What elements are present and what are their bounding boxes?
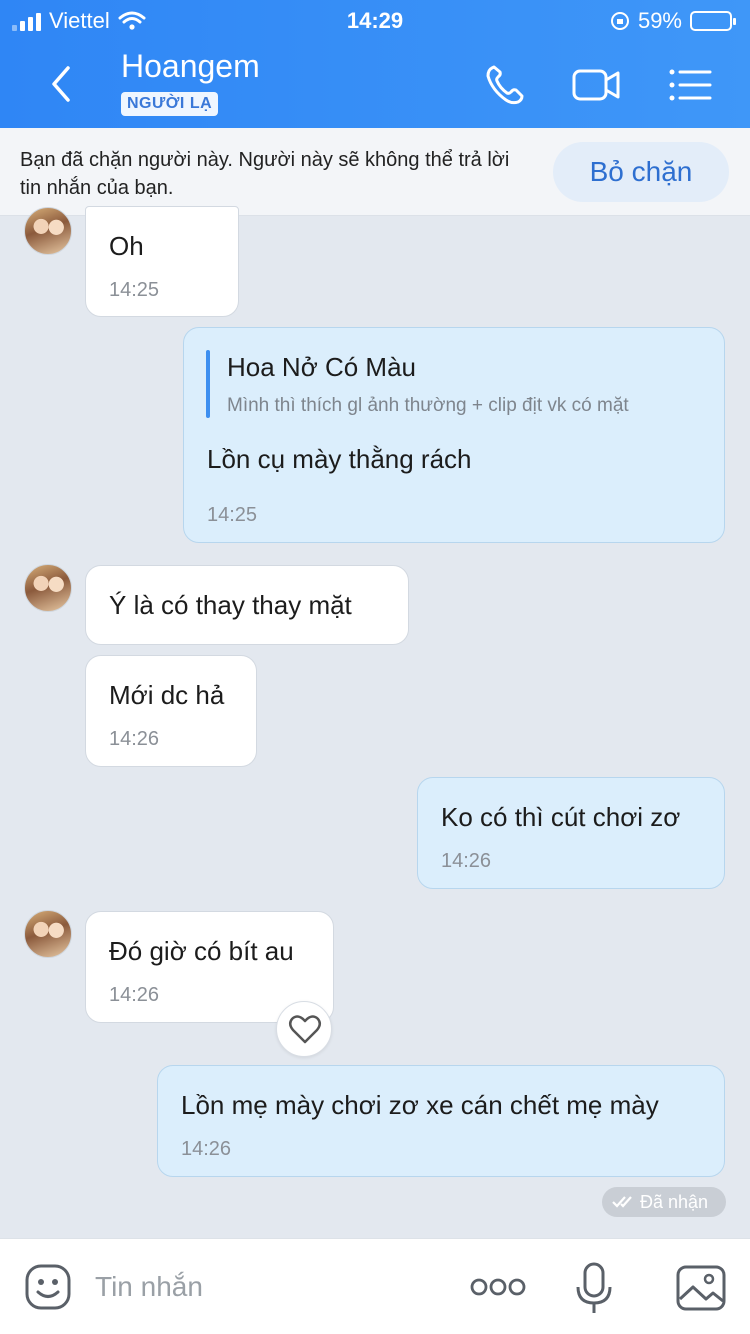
message-bubble[interactable]: Ý là có thay thay mặt [85, 565, 409, 645]
react-heart-button[interactable] [276, 1001, 332, 1057]
avatar[interactable] [24, 910, 72, 958]
message-bubble[interactable]: Mới dc hả 14:26 [85, 655, 257, 767]
status-bar: Viettel 14:29 59% [0, 6, 750, 36]
double-check-icon [612, 1196, 632, 1208]
image-icon[interactable] [676, 1265, 726, 1311]
avatar[interactable] [24, 564, 72, 612]
quote-author: Hoa Nở Có Màu [227, 352, 417, 382]
message-bubble[interactable]: Hoa Nở Có Màu Mình thì thích gl ảnh thườ… [183, 327, 725, 543]
avatar[interactable] [24, 207, 72, 255]
blocked-notice: Bạn đã chặn người này. Người này sẽ khôn… [20, 149, 510, 199]
message-bubble[interactable]: Oh 14:25 [85, 206, 239, 317]
message-input[interactable]: Tin nhắn [95, 1271, 203, 1303]
mic-icon[interactable] [574, 1261, 614, 1317]
header-bar: Viettel 14:29 59% Hoangem NGƯỜI LẠ [0, 0, 750, 128]
delivery-status: Đã nhận [602, 1187, 726, 1217]
menu-icon[interactable] [664, 60, 716, 110]
blocked-banner: Bạn đã chặn người này. Người này sẽ khôn… [0, 128, 750, 216]
quote-bar [206, 350, 210, 418]
unblock-button[interactable]: Bỏ chặn [553, 142, 729, 202]
battery-icon [690, 11, 736, 31]
heart-icon [289, 1015, 321, 1044]
battery-percent: 59% [637, 8, 682, 33]
quote-text: Mình thì thích gl ảnh thường + clip địt … [227, 395, 629, 416]
contact-name[interactable]: Hoangem [121, 48, 260, 85]
message-composer: Tin nhắn [0, 1238, 750, 1334]
orientation-lock-icon [610, 12, 629, 30]
message-bubble[interactable]: Lồn mẹ mày chơi zơ xe cán chết mẹ mày 14… [157, 1065, 725, 1177]
phone-icon[interactable] [480, 60, 532, 110]
message-bubble[interactable]: Ko có thì cút chơi zơ 14:26 [417, 777, 725, 889]
back-icon[interactable] [44, 62, 84, 106]
sticker-icon[interactable] [24, 1263, 72, 1311]
stranger-badge: NGƯỜI LẠ [121, 92, 219, 116]
video-icon[interactable] [570, 60, 622, 110]
more-icon[interactable] [470, 1275, 526, 1299]
